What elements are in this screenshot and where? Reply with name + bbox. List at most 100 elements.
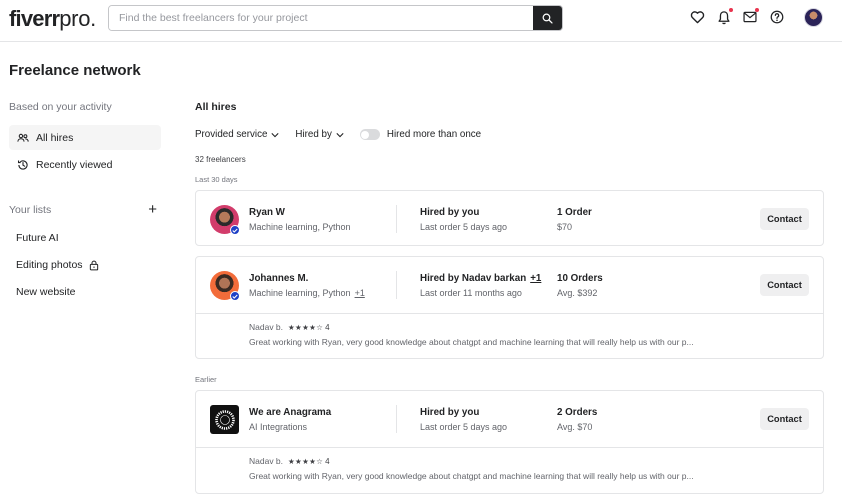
last-order: Last order 11 months ago: [420, 288, 522, 298]
freelancer-name[interactable]: Johannes M.: [249, 273, 308, 284]
mail-icon: [743, 11, 757, 23]
contact-button[interactable]: Contact: [760, 408, 809, 430]
skills-text: Machine learning, Python: [249, 222, 351, 232]
filter-label: Hired by: [295, 129, 332, 140]
freelancer-card: Johannes M. Machine learning, Python +1 H…: [195, 256, 824, 359]
freelancer-count: 32 freelancers: [195, 155, 246, 164]
agency-logo[interactable]: [210, 405, 239, 434]
divider: [396, 405, 397, 433]
review-author: Nadav b.: [249, 456, 284, 466]
hired-by-text: Hired by you: [420, 407, 480, 418]
verified-badge-icon: [230, 291, 240, 301]
order-price: Avg. $392: [557, 288, 598, 298]
filter-bar: Provided service Hired by Hired more tha…: [195, 129, 481, 140]
top-bar: fiverrpro.: [0, 0, 842, 42]
review-text: Great working with Ryan, very good knowl…: [249, 337, 694, 347]
more-skills-link[interactable]: +1: [355, 288, 365, 298]
chevron-down-icon: [336, 132, 344, 138]
last-order: Last order 5 days ago: [420, 222, 508, 232]
bell-icon: [717, 10, 730, 24]
list-item-new-website[interactable]: New website: [16, 286, 76, 298]
order-count: 2 Orders: [557, 407, 598, 418]
main-title: All hires: [195, 101, 237, 113]
review-text: Great working with Ryan, very good knowl…: [249, 471, 694, 481]
search-icon: [542, 13, 553, 24]
review-header: Nadav b. ★★★★☆ 4: [249, 322, 330, 332]
list-item-editing-photos[interactable]: Editing photos: [16, 259, 99, 271]
freelancer-row: Ryan W Machine learning, Python Hired by…: [196, 191, 823, 247]
search-bar: [108, 5, 563, 31]
hired-by: Hired by you: [420, 207, 479, 218]
hired-by: Hired by Nadav barkan +1: [420, 273, 541, 284]
list-item-future-ai[interactable]: Future AI: [16, 232, 59, 244]
list-item-label: Editing photos: [16, 259, 83, 271]
freelancer-name[interactable]: We are Anagrama: [249, 407, 331, 418]
lock-icon: [89, 260, 99, 271]
section-label-earlier: Earlier: [195, 375, 217, 384]
hired-by-text: Hired by you: [420, 207, 480, 218]
review: Nadav b. ★★★★☆ 4 Great working with Ryan…: [196, 447, 823, 493]
hired-by-text: Hired by Nadav barkan: [420, 273, 527, 284]
freelancer-name[interactable]: Ryan W: [249, 207, 285, 218]
logo-suffix: pro.: [59, 6, 96, 31]
user-avatar[interactable]: [804, 8, 823, 27]
star-rating-icon: ★★★★☆: [288, 322, 324, 332]
divider: [396, 205, 397, 233]
toggle-label: Hired more than once: [386, 129, 482, 140]
messages-button[interactable]: [742, 8, 759, 25]
verified-badge-icon: [230, 225, 240, 235]
last-order: Last order 5 days ago: [420, 422, 508, 432]
freelancer-skills: AI Integrations: [249, 422, 307, 432]
add-list-button[interactable]: +: [148, 202, 157, 217]
search-button[interactable]: [533, 6, 562, 30]
section-label-last-30-days: Last 30 days: [195, 175, 238, 184]
contact-button[interactable]: Contact: [760, 274, 809, 296]
anagrama-logo-icon: [214, 409, 235, 430]
hired-more-than-once-toggle[interactable]: [359, 129, 380, 140]
sidebar-item-all-hires[interactable]: All hires: [9, 125, 161, 150]
your-lists-label: Your lists: [9, 203, 52, 216]
order-price: Avg. $70: [557, 422, 593, 432]
sidebar-item-label: All hires: [36, 131, 74, 144]
users-icon: [17, 132, 29, 144]
divider: [396, 271, 397, 299]
history-icon: [17, 159, 29, 171]
help-button[interactable]: [769, 9, 785, 25]
notification-dot: [728, 8, 733, 12]
your-lists-header: Your lists +: [9, 202, 157, 217]
help-icon: [770, 10, 783, 24]
order-price: $70: [557, 222, 573, 232]
freelancer-skills: Machine learning, Python +1: [249, 288, 365, 298]
star-rating-icon: ★★★★☆: [288, 456, 324, 466]
skills-text: AI Integrations: [249, 422, 308, 432]
order-count: 1 Order: [557, 207, 592, 218]
contact-button[interactable]: Contact: [760, 208, 809, 230]
order-count: 10 Orders: [557, 273, 603, 284]
sidebar-item-recently-viewed[interactable]: Recently viewed: [9, 152, 161, 177]
logo-main: fiverr: [9, 6, 60, 31]
message-dot: [755, 8, 759, 12]
search-input[interactable]: [109, 6, 533, 30]
activity-label: Based on your activity: [9, 101, 112, 113]
review-header: Nadav b. ★★★★☆ 4: [249, 456, 330, 466]
review-author: Nadav b.: [249, 322, 284, 332]
hired-by: Hired by you: [420, 407, 479, 418]
fiverr-pro-logo[interactable]: fiverrpro.: [9, 6, 96, 32]
freelancer-row: Johannes M. Machine learning, Python +1 H…: [196, 257, 823, 313]
filter-label: Provided service: [195, 129, 268, 140]
hired-by-filter[interactable]: Hired by: [295, 129, 344, 140]
list-item-label: New website: [16, 286, 76, 298]
review-rating: 4: [325, 456, 330, 466]
favorites-button[interactable]: [689, 9, 705, 25]
notifications-button[interactable]: [716, 8, 733, 25]
review-rating: 4: [325, 322, 330, 332]
chevron-down-icon: [271, 132, 280, 138]
more-hirers-link[interactable]: +1: [530, 273, 541, 284]
freelancer-card: We are Anagrama AI Integrations Hired by…: [195, 390, 824, 494]
freelancer-skills: Machine learning, Python: [249, 222, 351, 232]
provided-service-filter[interactable]: Provided service: [195, 129, 280, 140]
freelancer-card: Ryan W Machine learning, Python Hired by…: [195, 190, 824, 246]
sidebar-item-label: Recently viewed: [36, 158, 113, 171]
review: Nadav b. ★★★★☆ 4 Great working with Ryan…: [196, 313, 823, 359]
freelancer-row: We are Anagrama AI Integrations Hired by…: [196, 391, 823, 447]
